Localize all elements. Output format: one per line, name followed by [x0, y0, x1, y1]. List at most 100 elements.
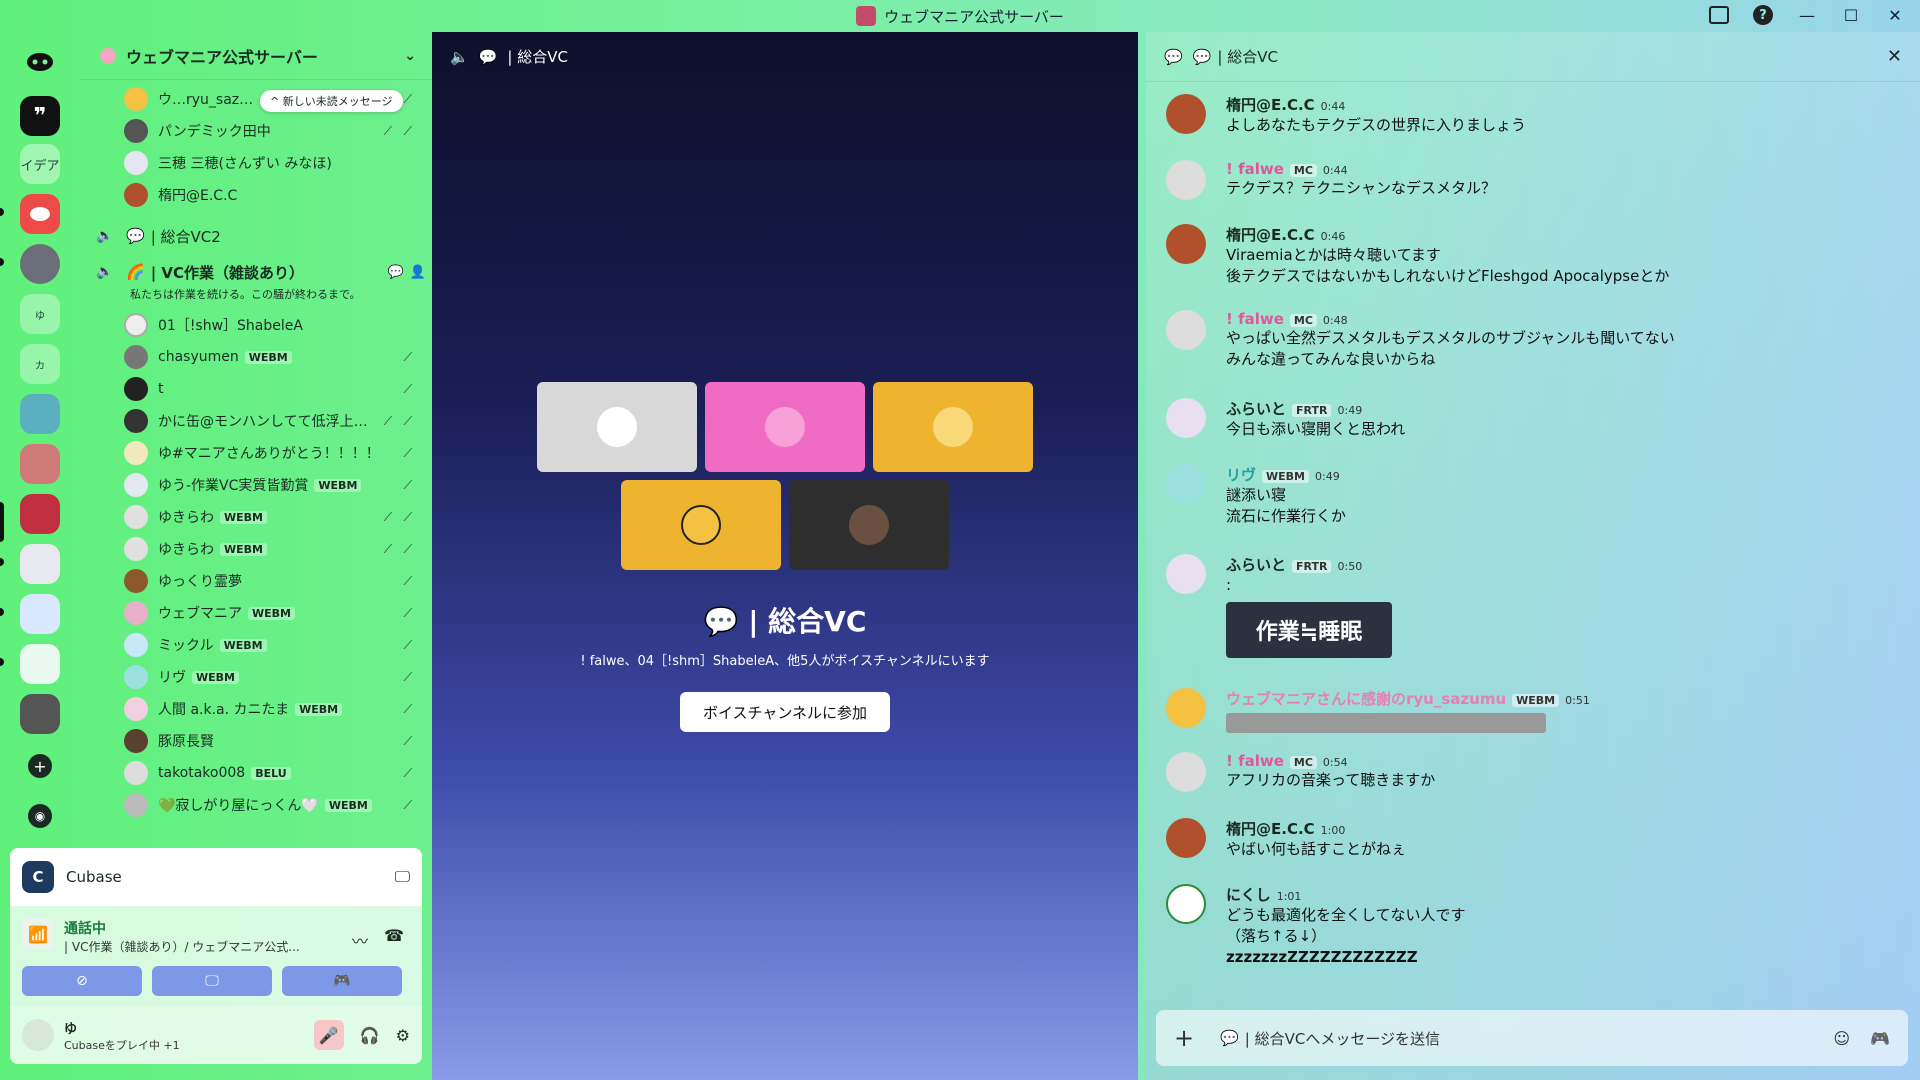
- speech-bubble-icon: 💬: [478, 47, 498, 66]
- message-composer[interactable]: + 💬 | 総合VCへメッセージを送信 ☺ 🎮: [1156, 1010, 1908, 1066]
- cubase-icon: C: [22, 861, 54, 893]
- server-idea[interactable]: イデア: [20, 144, 60, 184]
- participant-tile[interactable]: [621, 480, 781, 570]
- participant-tile[interactable]: [705, 382, 865, 472]
- headphones-icon[interactable]: 🎧: [360, 1026, 380, 1045]
- member-row[interactable]: かに缶@モンハンしてて低浮上… ⟋ ⟋: [124, 408, 424, 434]
- server-avatar-4[interactable]: [20, 494, 60, 534]
- mute-icon: ⟋: [403, 91, 412, 106]
- activity-button[interactable]: 🎮: [282, 966, 402, 996]
- emoji-icon[interactable]: ☺: [1833, 1029, 1850, 1048]
- member-row[interactable]: ゆう-作業VC実質皆勤賞 WEBM ⟋: [124, 472, 424, 498]
- member-row[interactable]: ミックル WEBM ⟋: [124, 632, 424, 658]
- attach-plus-icon[interactable]: +: [1174, 1024, 1194, 1052]
- noise-suppression-icon[interactable]: 〰: [352, 928, 368, 952]
- explore-icon[interactable]: ◉: [28, 804, 52, 828]
- server-avatar-8[interactable]: [20, 694, 60, 734]
- spoiler-block[interactable]: [1226, 713, 1546, 733]
- share-screen-button[interactable]: 🖵: [152, 966, 272, 996]
- camera-off-button[interactable]: ⊘: [22, 966, 142, 996]
- add-member-icon[interactable]: 👤: [410, 265, 426, 280]
- member-row[interactable]: 豚原長賢 ⟋: [124, 728, 424, 754]
- user-bar: ゆ Cubaseをプレイ中 +1 🎤 🎧 ⚙: [10, 1006, 422, 1064]
- voice-status: 通話中: [64, 921, 106, 937]
- chat-panel: 💬 💬 | 総合VC ✕ 楕円@E.C.C 0:44 よしあなたもテクデスの世界に入…: [1146, 32, 1920, 1080]
- help-icon[interactable]: ?: [1752, 4, 1774, 26]
- speaker-icon: 🔈: [96, 264, 114, 280]
- member-row[interactable]: 楕円@E.C.C: [124, 182, 424, 208]
- speech-bubble-icon: 💬: [1220, 1029, 1239, 1047]
- speech-bubble-icon: 💬: [126, 227, 145, 245]
- member-row[interactable]: 01［!shw］ShabeleA: [124, 312, 424, 338]
- thread-icon: 💬: [1164, 47, 1183, 66]
- member-row[interactable]: 人間 a.k.a. カニたま WEBM ⟋: [124, 696, 424, 722]
- server-header[interactable]: ウェブマニア公式サーバー ⌄: [80, 32, 432, 80]
- join-voice-button[interactable]: ボイスチャンネルに参加: [680, 692, 890, 732]
- member-row[interactable]: takotako008 BELU ⟋: [124, 760, 424, 786]
- member-row[interactable]: ゆっくり霊夢 ⟋: [124, 568, 424, 594]
- chat-icon[interactable]: 💬: [388, 265, 404, 280]
- server-text-2[interactable]: カ: [20, 344, 60, 384]
- inbox-icon[interactable]: [1708, 4, 1730, 26]
- close-window-icon[interactable]: ✕: [1884, 4, 1906, 26]
- minimize-icon[interactable]: —: [1796, 4, 1818, 26]
- speaker-icon: 🔈: [96, 228, 114, 244]
- server-red-discord-icon[interactable]: [20, 194, 60, 234]
- server-text-1[interactable]: ゆ: [20, 294, 60, 334]
- signal-icon[interactable]: 📶: [22, 918, 54, 950]
- voice-channel-work[interactable]: 🔈 🌈 | VC作業（雑談あり） 💬 👤: [96, 258, 426, 286]
- user-avatar[interactable]: [22, 1019, 54, 1051]
- participant-tile[interactable]: [789, 480, 949, 570]
- close-icon[interactable]: ✕: [1887, 46, 1902, 67]
- discord-home-icon[interactable]: [20, 42, 60, 82]
- maximize-icon[interactable]: ☐: [1840, 4, 1862, 26]
- chevron-down-icon[interactable]: ⌄: [404, 48, 416, 64]
- settings-gear-icon[interactable]: ⚙: [396, 1026, 410, 1045]
- server-home-icon: [100, 47, 116, 64]
- chat-header: 💬 💬 | 総合VC ✕: [1146, 32, 1920, 82]
- server-avatar-7[interactable]: [20, 644, 60, 684]
- member-row[interactable]: 💚寂しがり屋にっくん🤍 WEBM ⟋: [124, 792, 424, 818]
- stage-title: 💬 | 総合VC: [703, 605, 867, 638]
- member-row[interactable]: chasyumen WEBM ⟋: [124, 344, 424, 370]
- activity-panel[interactable]: C Cubase 🖵: [10, 848, 422, 906]
- server-icon: [856, 6, 877, 26]
- stage-header: 🔈 💬 | 総合VC: [450, 47, 568, 67]
- server-quote-icon[interactable]: ❞: [20, 96, 60, 136]
- member-row[interactable]: 三穂 三穂(さんずい みなほ): [124, 150, 424, 176]
- voice-connection-panel: 📶 通話中 | VC作業（雑談あり）/ ウェブマニア公式... 〰 ☎ ⊘ 🖵 …: [10, 906, 422, 1006]
- server-avatar-6[interactable]: [20, 594, 60, 634]
- gamepad-icon[interactable]: 🎮: [1870, 1029, 1890, 1048]
- image-attachment[interactable]: 作業≒睡眠: [1226, 602, 1392, 658]
- speaker-icon: 🔈: [450, 47, 469, 66]
- disconnect-icon[interactable]: ☎: [384, 926, 404, 945]
- voice-channel-vc2[interactable]: 🔈 💬 | 総合VC2: [96, 222, 426, 250]
- add-server-icon[interactable]: +: [28, 754, 52, 778]
- window-title: ウェブマニア公式サーバー: [856, 6, 1064, 27]
- rainbow-icon: 🌈: [126, 263, 145, 281]
- server-avatar-5[interactable]: [20, 544, 60, 584]
- member-row[interactable]: t ⟋: [124, 376, 424, 402]
- server-avatar-2[interactable]: [20, 394, 60, 434]
- participant-tile[interactable]: [537, 382, 697, 472]
- message-input[interactable]: | 総合VCへメッセージを送信: [1245, 1028, 1440, 1049]
- voice-stage: 🔈 💬 | 総合VC 💬 | 総合VC ! falwe、04［!shm］Shab…: [432, 32, 1138, 1080]
- title-bar: ウェブマニア公式サーバー ? — ☐ ✕: [0, 0, 1920, 32]
- participant-tile[interactable]: [873, 382, 1033, 472]
- member-row[interactable]: パンデミック田中 ⟋ ⟋: [124, 118, 424, 144]
- member-row[interactable]: リヴ WEBM ⟋: [124, 664, 424, 690]
- speech-bubble-icon: 💬: [1192, 47, 1212, 66]
- member-row[interactable]: ウェブマニア WEBM ⟋: [124, 600, 424, 626]
- member-row[interactable]: ゆきらわ WEBM ⟋ ⟋: [124, 504, 424, 530]
- mic-muted-icon[interactable]: 🎤: [313, 1020, 344, 1050]
- deafen-icon: ⟋: [403, 123, 412, 138]
- voice-channel-path[interactable]: | VC作業（雑談あり）/ ウェブマニア公式...: [64, 938, 300, 955]
- channel-description: 私たちは作業を続ける。この騒が終わるまで。: [130, 288, 361, 301]
- server-avatar-1[interactable]: [20, 244, 60, 284]
- member-row[interactable]: ゆきらわ WEBM ⟋ ⟋: [124, 536, 424, 562]
- member-row[interactable]: ゆ#マニアさんありがとう！！！！ ⟋: [124, 440, 424, 466]
- server-avatar-3[interactable]: [20, 444, 60, 484]
- screen-share-icon[interactable]: 🖵: [395, 867, 410, 887]
- stage-subtitle: ! falwe、04［!shm］ShabeleA、他5人がボイスチャンネルにいま…: [580, 654, 990, 669]
- new-unread-messages-pill[interactable]: ^ 新しい未読メッセージ: [260, 90, 403, 112]
